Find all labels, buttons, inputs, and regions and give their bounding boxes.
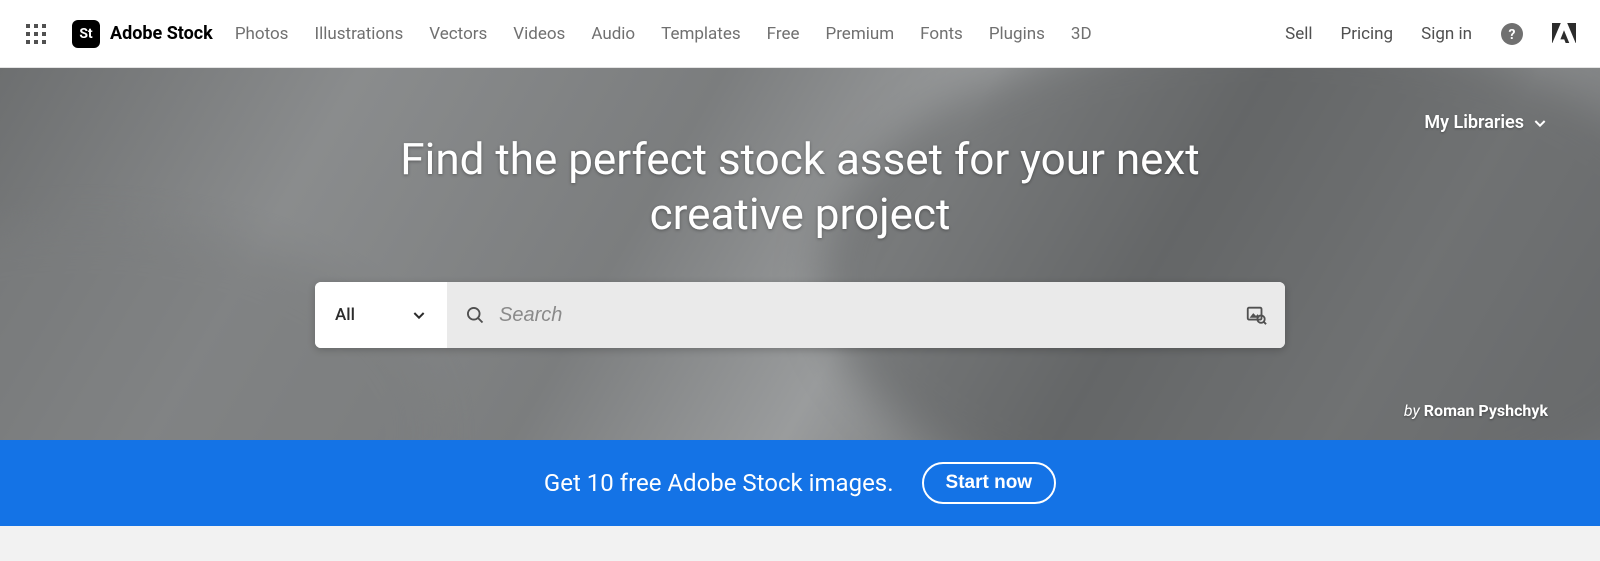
my-libraries-dropdown[interactable]: My Libraries [1424,112,1548,133]
nav-audio[interactable]: Audio [591,24,635,44]
hero-headline: Find the perfect stock asset for your ne… [320,68,1280,242]
brand-name: Adobe Stock [110,23,213,44]
nav-videos[interactable]: Videos [513,24,565,44]
hero-credit[interactable]: by Roman Pyshchyk [1404,401,1548,420]
brand-link[interactable]: St Adobe Stock [72,20,213,48]
chevron-down-icon [1532,115,1548,131]
nav-premium[interactable]: Premium [825,24,894,44]
promo-text: Get 10 free Adobe Stock images. [544,469,894,497]
nav-fonts[interactable]: Fonts [920,24,963,44]
primary-nav: Photos Illustrations Vectors Videos Audi… [235,24,1092,44]
header-right: Sell Pricing Sign in ? [1285,22,1576,46]
sell-link[interactable]: Sell [1285,24,1312,44]
my-libraries-label: My Libraries [1424,112,1524,133]
search-icon [465,305,485,325]
nav-plugins[interactable]: Plugins [989,24,1045,44]
hero-credit-name: Roman Pyshchyk [1424,401,1548,420]
search-box [447,282,1285,348]
pricing-link[interactable]: Pricing [1341,24,1394,44]
nav-photos[interactable]: Photos [235,24,289,44]
start-now-button[interactable]: Start now [922,462,1057,504]
adobe-logo-icon[interactable] [1552,23,1576,45]
nav-templates[interactable]: Templates [661,24,741,44]
apps-grid-icon[interactable] [24,22,48,46]
hero: My Libraries Find the perfect stock asse… [0,68,1600,440]
nav-illustrations[interactable]: Illustrations [314,24,403,44]
search-category-select[interactable]: All [315,282,447,348]
signin-link[interactable]: Sign in [1421,24,1472,44]
hero-credit-prefix: by [1404,401,1424,420]
nav-vectors[interactable]: Vectors [429,24,487,44]
top-header: St Adobe Stock Photos Illustrations Vect… [0,0,1600,68]
promo-bar: Get 10 free Adobe Stock images. Start no… [0,440,1600,526]
footer-space [0,526,1600,561]
search-input[interactable] [499,304,1231,327]
help-icon[interactable]: ? [1500,22,1524,46]
nav-3d[interactable]: 3D [1071,24,1092,44]
search-category-value: All [335,305,355,325]
brand-badge-icon: St [72,20,100,48]
chevron-down-icon [411,307,427,323]
svg-text:?: ? [1509,27,1516,43]
nav-free[interactable]: Free [767,24,800,44]
image-search-icon[interactable] [1245,304,1267,326]
search-bar: All [315,282,1285,348]
